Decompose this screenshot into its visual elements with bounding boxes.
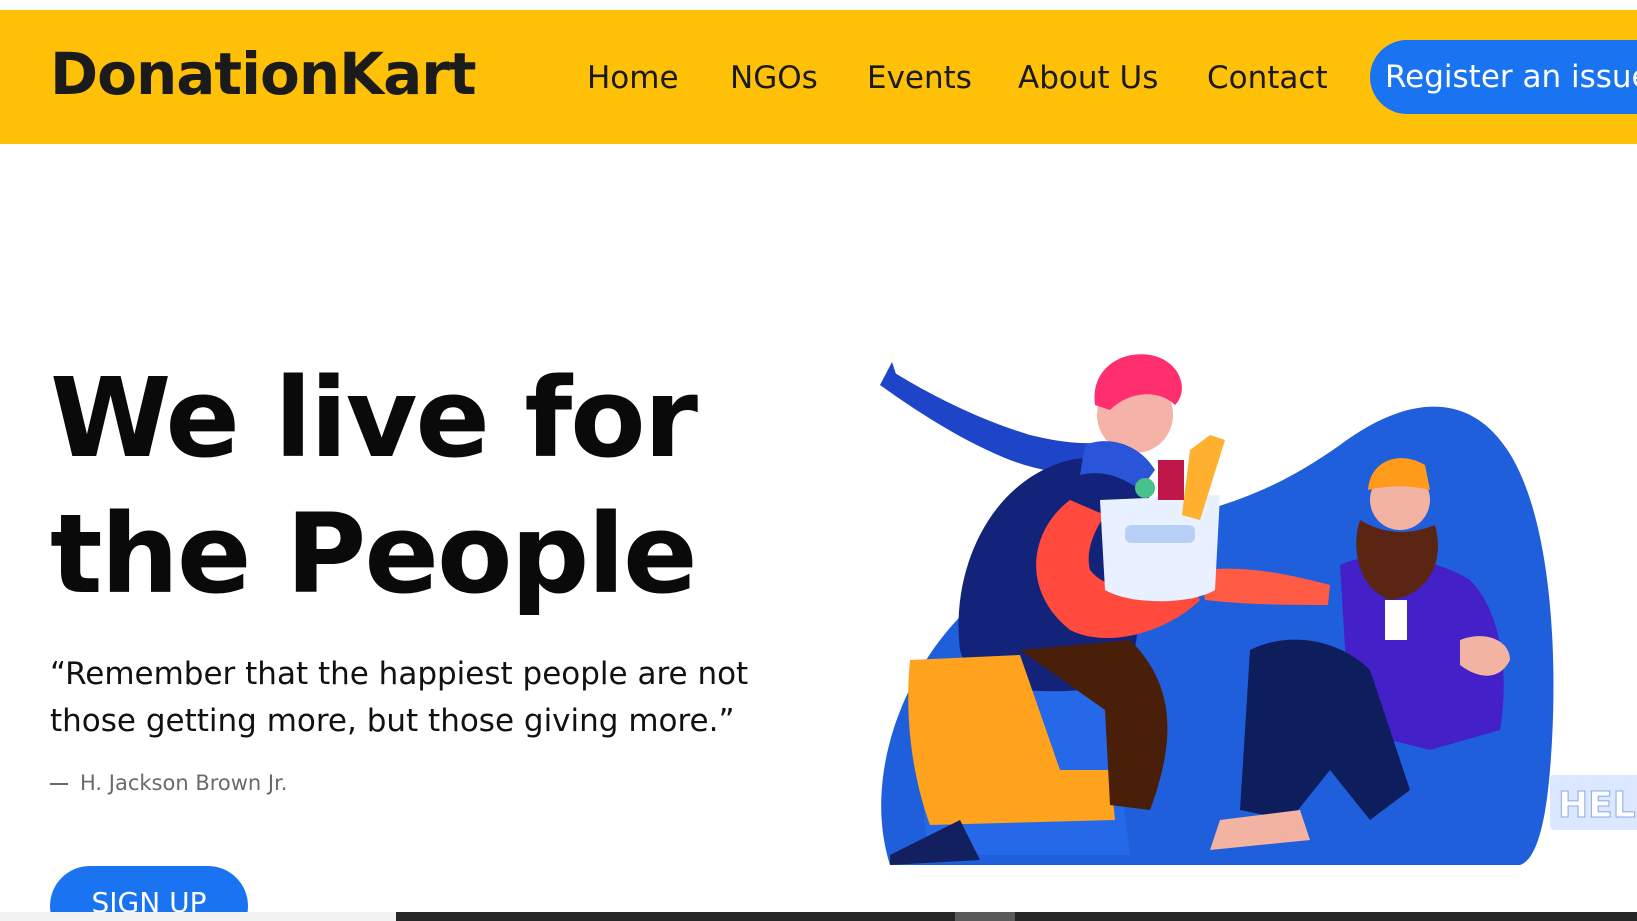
quote-author: H. Jackson Brown Jr. [50,771,287,795]
wine-bottle [1158,460,1184,500]
author-name: H. Jackson Brown Jr. [80,771,288,795]
author-dash [50,783,68,785]
hero-title-line-2: the People [50,490,698,618]
hero-title: We live for the People [50,350,698,622]
navbar: DonationKart Home NGOs Events About Us C… [0,10,1637,144]
nav-contact[interactable]: Contact [1207,60,1328,96]
brand-logo[interactable]: DonationKart [50,40,477,108]
scrollbar-thumb[interactable] [955,912,1015,921]
taskbar-strip [396,912,1637,921]
register-issue-button[interactable]: Register an issue [1370,40,1637,114]
nav-ngos[interactable]: NGOs [730,60,818,96]
vegetable [1135,478,1155,498]
nav-events[interactable]: Events [867,60,972,96]
hero-quote: “Remember that the happiest people are n… [50,656,749,739]
bag-stripe [1125,525,1195,543]
person-shirt [1385,600,1407,640]
help-sign-text: HELP [1558,785,1637,826]
nav-about-us[interactable]: About Us [1018,60,1158,96]
nav-home[interactable]: Home [587,60,679,96]
window-top-strip [0,0,1637,10]
donation-illustration: HELP [880,354,1637,865]
page: DonationKart Home NGOs Events About Us C… [0,0,1637,921]
hero-title-line-1: We live for [50,354,698,482]
